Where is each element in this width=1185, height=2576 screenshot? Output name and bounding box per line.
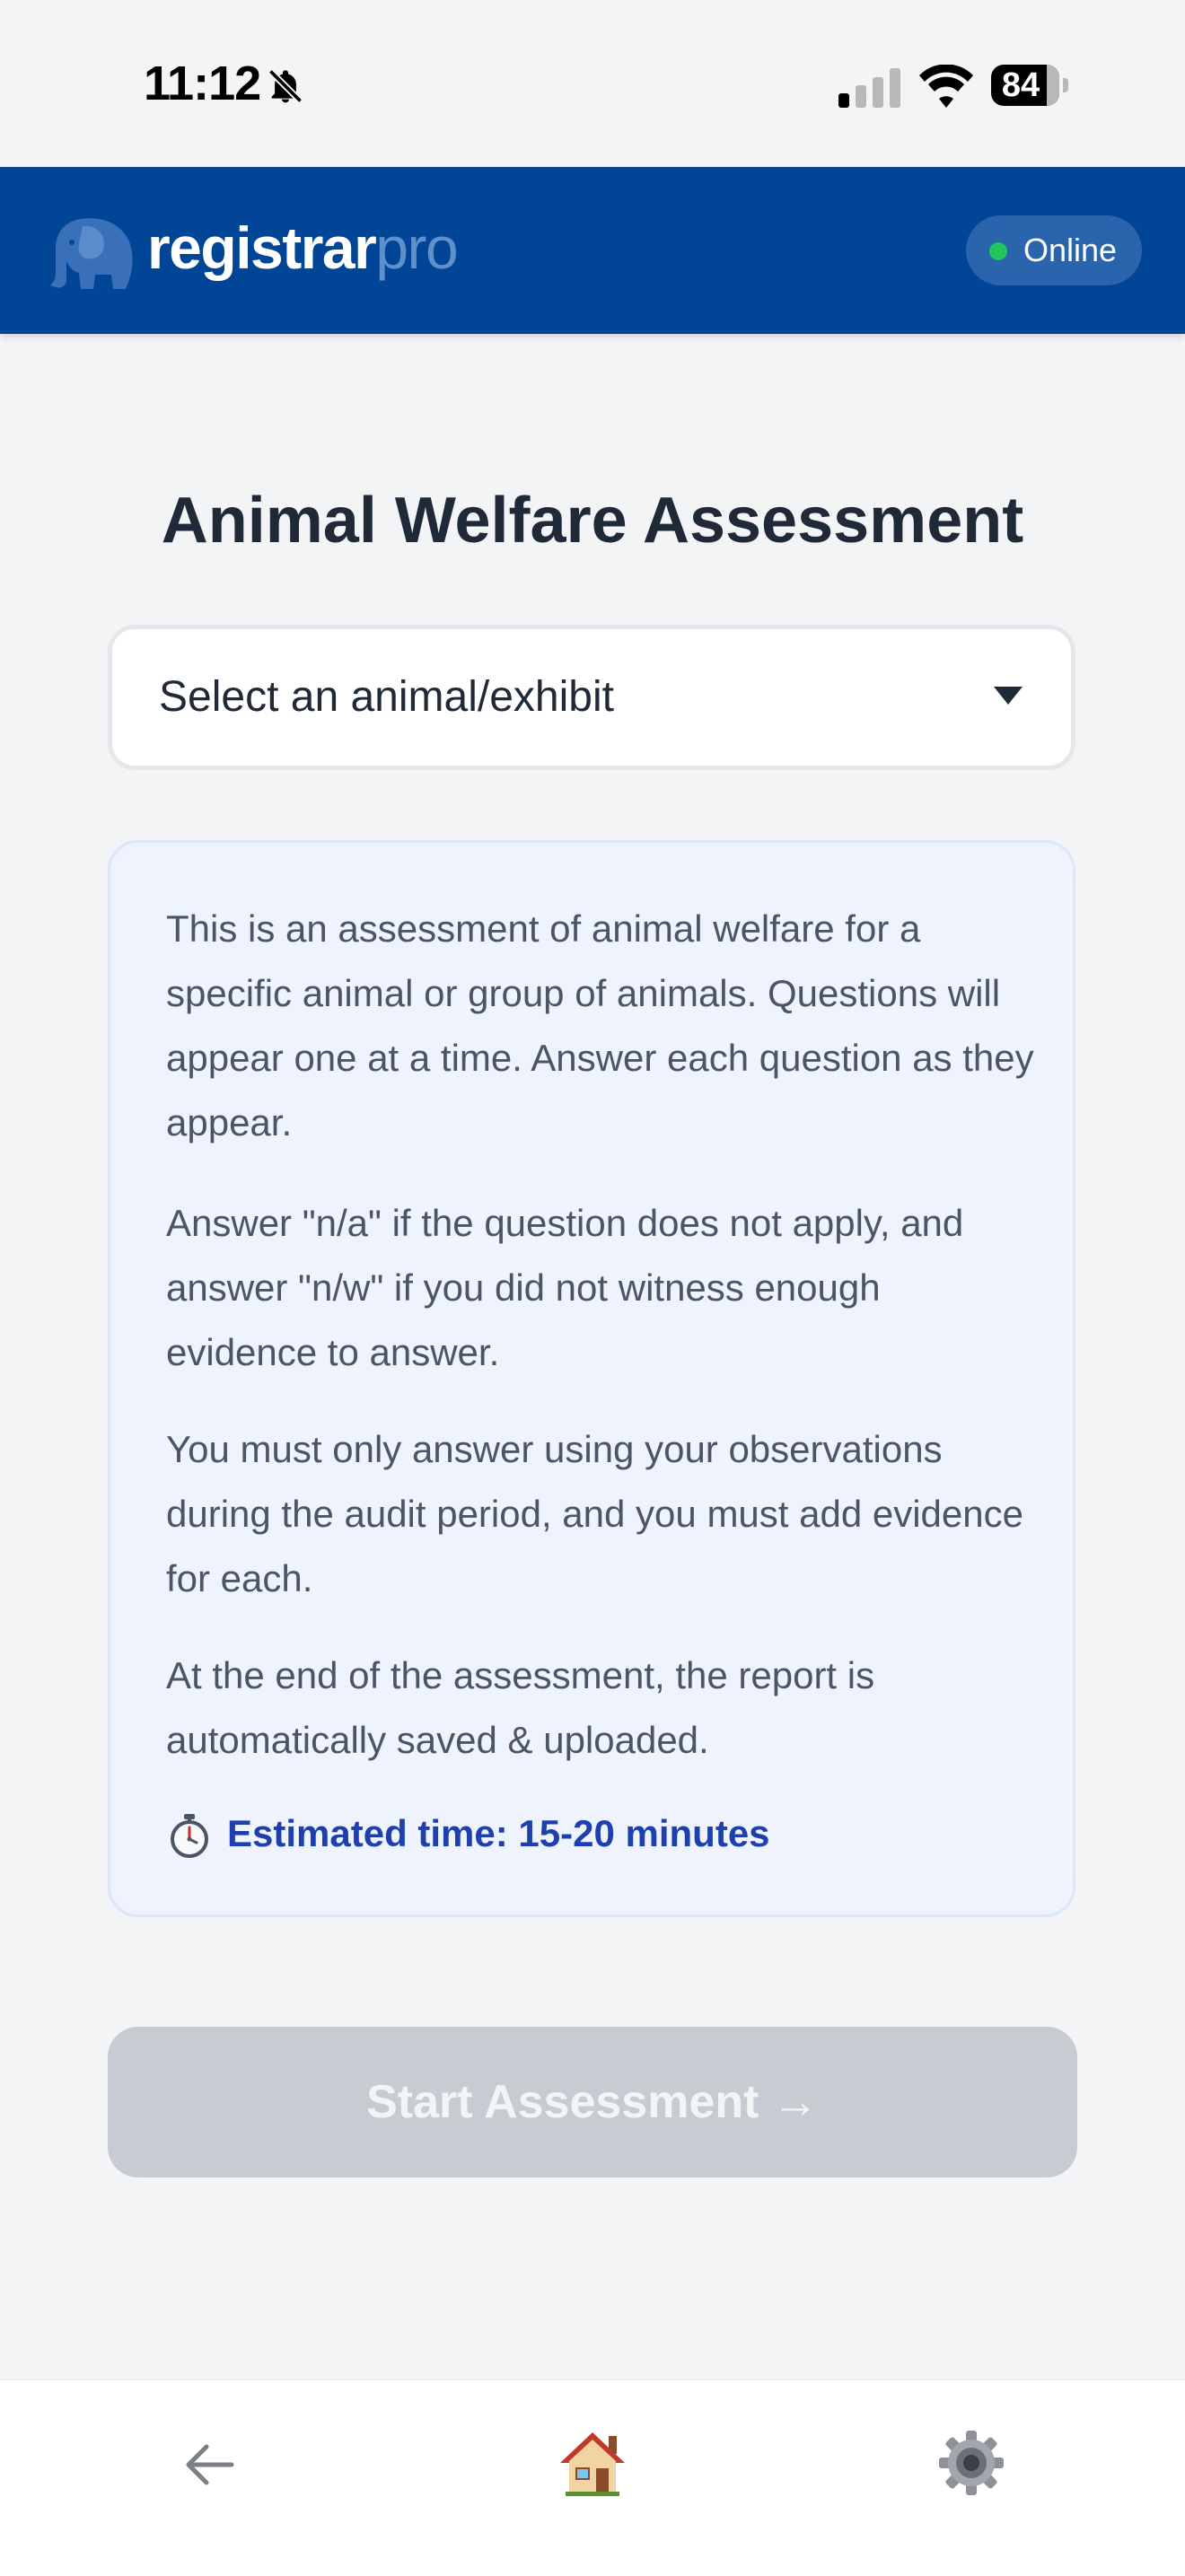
wifi-icon bbox=[919, 65, 973, 108]
info-paragraph: This is an assessment of animal welfare … bbox=[166, 907, 1034, 1143]
page-title: Animal Welfare Assessment bbox=[161, 485, 1024, 556]
nav-home-button[interactable] bbox=[557, 2427, 628, 2499]
signal-icon bbox=[838, 68, 900, 108]
select-value: Select an animal/exhibit bbox=[159, 673, 614, 721]
status-time: 11:12 bbox=[144, 57, 261, 110]
battery-icon: 84 bbox=[991, 65, 1068, 106]
info-paragraph: Answer "n/a" if the question does not ap… bbox=[166, 1202, 964, 1373]
nav-settings-button[interactable] bbox=[935, 2427, 1007, 2499]
gear-icon bbox=[939, 2431, 1004, 2495]
info-paragraph: At the end of the assessment, the report… bbox=[166, 1654, 875, 1761]
estimated-time: Estimated time: 15-20 minutes bbox=[227, 1812, 770, 1854]
status-dot bbox=[989, 242, 1007, 260]
battery-level: 84 bbox=[1001, 66, 1040, 104]
elephant-icon bbox=[50, 218, 133, 289]
app-header: registrarpro Online bbox=[0, 167, 1185, 334]
arrow-left-icon bbox=[186, 2444, 234, 2485]
status-bar: 11:12 84 bbox=[0, 0, 1185, 167]
start-assessment-button[interactable]: Start Assessment → bbox=[108, 2027, 1077, 2177]
info-card: This is an assessment of animal welfare … bbox=[108, 840, 1075, 1917]
bottom-nav bbox=[0, 2379, 1185, 2576]
brand-logo: registrarpro bbox=[147, 212, 459, 284]
online-status-badge: Online bbox=[966, 215, 1142, 285]
animal-select[interactable]: Select an animal/exhibit bbox=[108, 625, 1075, 770]
house-icon bbox=[560, 2432, 625, 2496]
brand-accent: pro bbox=[375, 215, 458, 281]
chevron-down-icon bbox=[994, 687, 1023, 705]
bell-off-icon bbox=[268, 68, 303, 104]
info-paragraph: You must only answer using your observat… bbox=[166, 1428, 1023, 1599]
nav-back-button[interactable] bbox=[176, 2431, 244, 2499]
stopwatch-icon bbox=[171, 1814, 208, 1858]
brand-main: registrar bbox=[147, 215, 377, 281]
online-status-text: Online bbox=[1023, 232, 1118, 268]
